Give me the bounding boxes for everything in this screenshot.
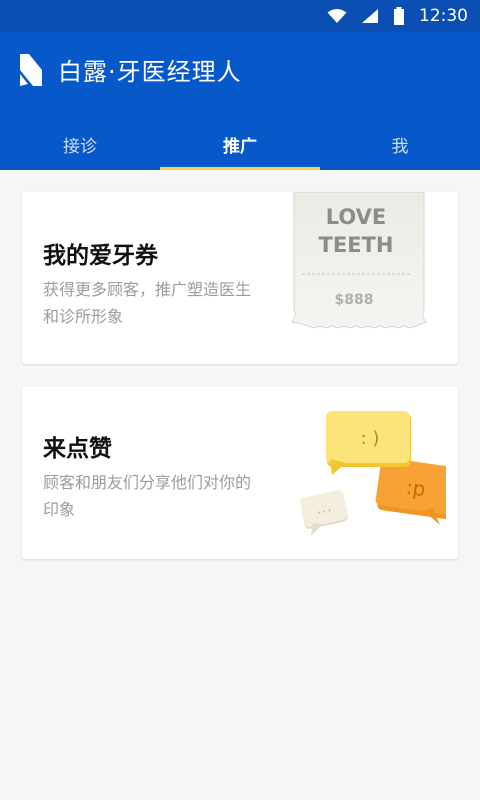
coupon-card[interactable]: 我的爱牙券 获得更多顾客，推广塑造医生和诊所形象 LOVE TEETH $888 (22, 192, 458, 364)
tab-bar: 接诊 推广 我 (0, 118, 480, 170)
ticket-price-text: $888 (335, 292, 374, 308)
chat-bubbles-illustration: :p : ) … (300, 411, 446, 536)
tab-reception[interactable]: 接诊 (0, 118, 160, 170)
bailu-logo (20, 54, 42, 86)
status-time: 12:30 (419, 6, 468, 26)
orange-bubble-icon: :p (375, 457, 446, 525)
battery-icon (394, 7, 404, 25)
ticket-love-text: LOVE (326, 205, 387, 229)
tab-me[interactable]: 我 (320, 118, 480, 170)
wifi-icon (327, 9, 347, 23)
orange-bubble-text: :p (405, 475, 428, 501)
yellow-bubble-icon: : ) (326, 411, 411, 475)
like-card-description: 顾客和朋友们分享他们对你的印象 (43, 473, 252, 519)
love-teeth-ticket-illustration: LOVE TEETH $888 (291, 192, 427, 329)
yellow-bubble-text: : ) (361, 428, 380, 449)
status-bar: 12:30 (0, 0, 480, 32)
coupon-card-description: 获得更多顾客，推广塑造医生和诊所形象 (43, 280, 252, 326)
signal-icon (362, 9, 378, 23)
ticket-teeth-text: TEETH (319, 233, 394, 257)
small-bubble-icon: … (300, 490, 348, 536)
app-bar: 白露·牙医经理人 接诊 推广 我 (0, 32, 480, 170)
coupon-card-title: 我的爱牙券 (43, 243, 158, 269)
tab-promotion[interactable]: 推广 (160, 118, 320, 170)
like-card[interactable]: 来点赞 顾客和朋友们分享他们对你的印象 :p : ) … (22, 387, 458, 559)
app-title: 白露·牙医经理人 (58, 58, 242, 86)
like-card-title: 来点赞 (43, 436, 112, 462)
